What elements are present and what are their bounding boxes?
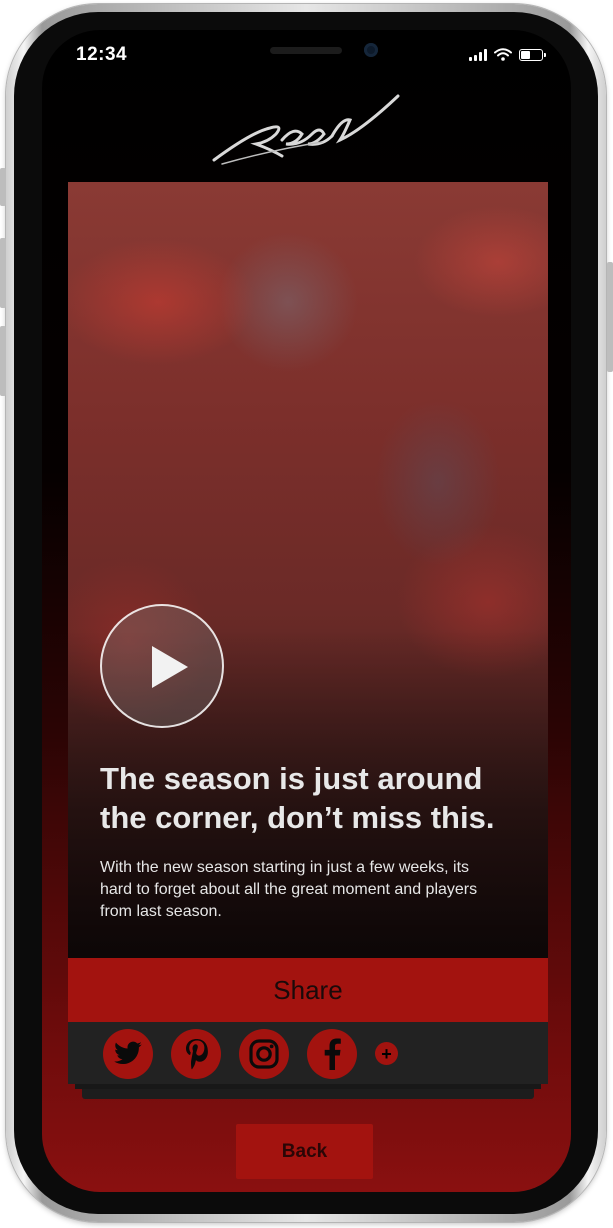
story-body: With the new season starting in just a f… — [100, 859, 478, 920]
side-button-volume-down — [0, 326, 6, 396]
facebook-icon — [324, 1038, 341, 1070]
front-camera — [364, 43, 378, 57]
pinterest-share-button[interactable] — [171, 1029, 221, 1079]
twitter-icon — [114, 1041, 142, 1064]
back-label: Back — [281, 1140, 328, 1162]
story-headline: The season is just around the corner, do… — [100, 761, 495, 835]
instagram-icon — [249, 1039, 279, 1069]
status-icons — [469, 48, 546, 61]
more-share-button[interactable]: + — [375, 1042, 398, 1065]
twitter-share-button[interactable] — [103, 1029, 153, 1079]
social-share-row: + — [68, 1022, 548, 1084]
side-button-volume-up — [0, 238, 6, 308]
play-button[interactable] — [100, 604, 224, 728]
instagram-share-button[interactable] — [239, 1029, 289, 1079]
hero-image[interactable]: The season is just around the corner, do… — [68, 182, 548, 958]
back-button[interactable]: Back — [236, 1124, 373, 1179]
side-button-power — [607, 262, 613, 372]
side-button-silent — [0, 168, 6, 206]
share-label: Share — [273, 974, 343, 1005]
battery-icon — [519, 48, 546, 61]
cellular-signal-icon — [469, 48, 487, 61]
speaker-grille — [270, 47, 342, 54]
status-time: 12:34 — [76, 44, 128, 65]
play-icon — [152, 646, 188, 688]
facebook-share-button[interactable] — [307, 1029, 357, 1079]
reel-script-logo — [212, 94, 400, 165]
plus-icon: + — [381, 1043, 392, 1064]
story-card: The season is just around the corner, do… — [68, 182, 548, 1084]
screen: 12:34 The season is just around the corn… — [42, 30, 571, 1192]
battery-level — [521, 50, 530, 59]
share-button[interactable]: Share — [68, 958, 548, 1022]
wifi-icon — [494, 48, 512, 61]
pinterest-icon — [186, 1039, 208, 1070]
